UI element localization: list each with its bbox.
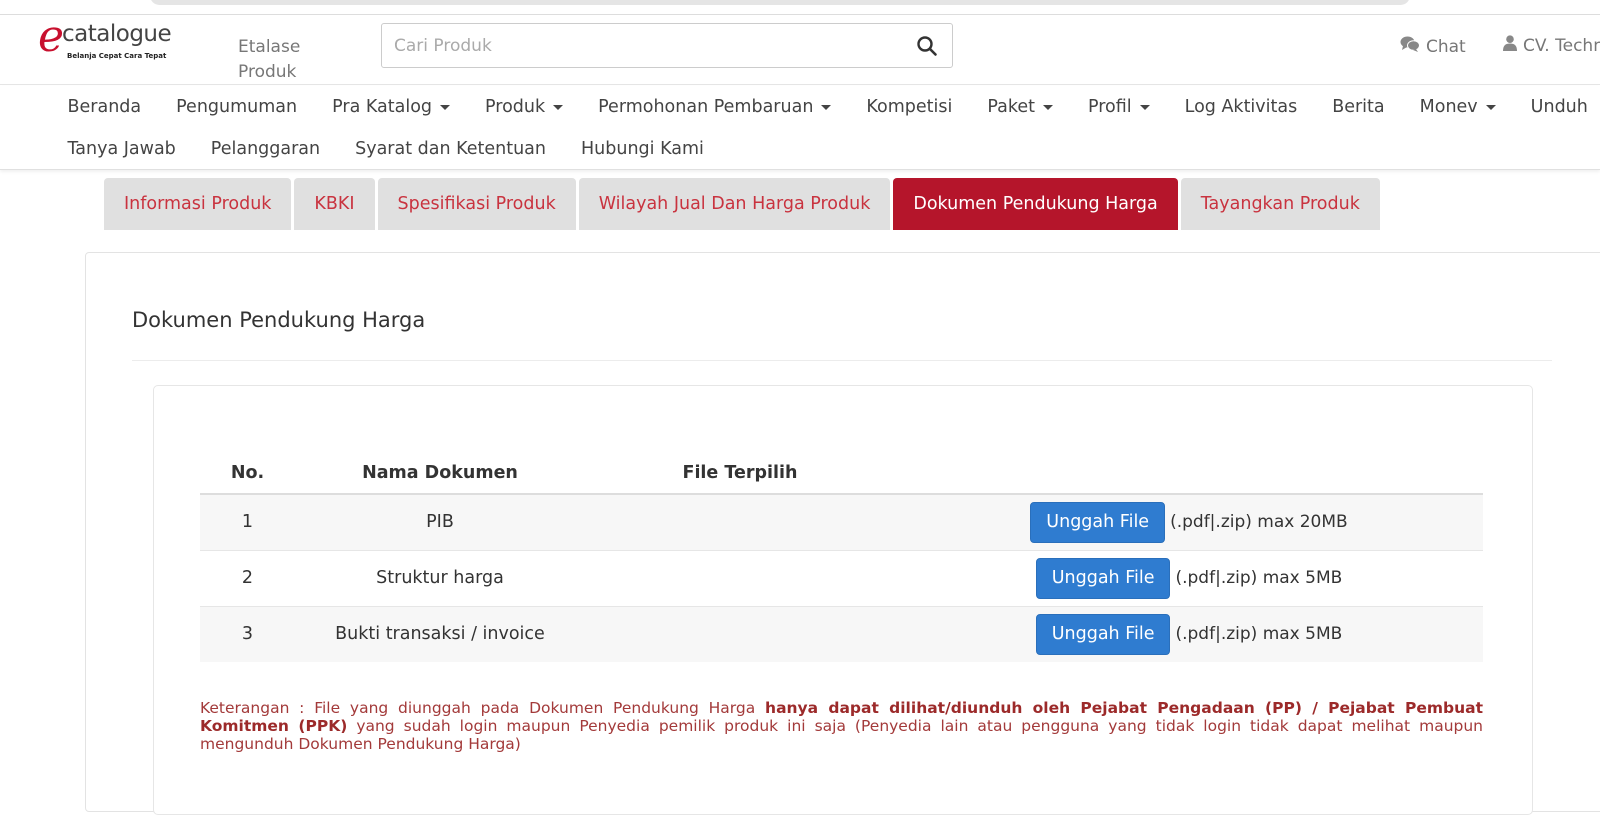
nav-item-label: Unduh <box>1530 97 1588 117</box>
nav-item-paket[interactable]: Paket <box>970 86 1071 128</box>
caret-down-icon <box>1139 104 1150 110</box>
panel-title: Dokumen Pendukung Harga <box>132 308 426 332</box>
tab-wilayah-jual-dan-harga-produk[interactable]: Wilayah Jual Dan Harga Produk <box>578 178 891 230</box>
caret-down-icon <box>1042 104 1053 110</box>
caret-down-icon <box>1485 104 1496 110</box>
caret-down-icon <box>821 104 832 110</box>
caret-down-icon <box>553 104 564 110</box>
panel-divider <box>132 360 1552 361</box>
etalase-produk-link[interactable]: Etalase Produk <box>238 35 318 85</box>
nav-item-pelanggaran[interactable]: Pelanggaran <box>193 128 337 170</box>
nav-item-pengumuman[interactable]: Pengumuman <box>159 86 315 128</box>
cell-name: PIB <box>295 493 585 550</box>
nav-item-label: Paket <box>987 97 1035 117</box>
chat-label: Chat <box>1426 36 1466 57</box>
nav-item-label: Pra Katalog <box>332 97 433 117</box>
nav-item-label: Syarat dan Ketentuan <box>355 139 546 159</box>
nav-item-permohonan-pembaruan[interactable]: Permohonan Pembaruan <box>581 86 849 128</box>
nav-item-kompetisi[interactable]: Kompetisi <box>849 86 970 128</box>
nav-item-label: Hubungi Kami <box>581 139 704 159</box>
table-row: 3 Bukti transaksi / invoice Unggah File (.p… <box>200 605 1483 662</box>
cell-file <box>585 549 895 606</box>
tab-dokumen-pendukung-harga[interactable]: Dokumen Pendukung Harga <box>893 178 1178 230</box>
nav-item-label: Pengumuman <box>176 97 298 117</box>
product-tabs: Informasi Produk KBKI Spesifikasi Produk Wi… <box>104 178 1380 230</box>
top-scroll-pill <box>150 0 1410 5</box>
nav-row-1: Beranda Pengumuman Pra Katalog Produk Permoh… <box>50 86 1600 128</box>
nav-item-berita[interactable]: Berita <box>1315 86 1402 128</box>
cell-name: Bukti transaksi / invoice <box>295 605 585 662</box>
note-suffix: yang sudah login maupun Penyedia pemilik… <box>200 717 1484 753</box>
nav-item-monev[interactable]: Monev <box>1402 86 1513 128</box>
nav-item-hubungi-kami[interactable]: Hubungi Kami <box>564 128 722 170</box>
logo-text: catalogue <box>62 21 172 47</box>
nav-item-syarat-dan-ketentuan[interactable]: Syarat dan Ketentuan <box>338 128 564 170</box>
cell-file <box>585 605 895 662</box>
nav-row-2: Tanya Jawab Pelanggaran Syarat dan Ketentu… <box>50 128 721 170</box>
chat-icon <box>1400 35 1420 58</box>
nav-item-label: Pelanggaran <box>210 139 321 159</box>
table-header-row: No. Nama Dokumen File Terpilih <box>200 453 1483 495</box>
nav-item-label: Kompetisi <box>866 97 953 117</box>
nav-item-label: Tanya Jawab <box>67 139 176 159</box>
cell-no: 1 <box>200 493 295 550</box>
tab-informasi-produk[interactable]: Informasi Produk <box>104 178 292 230</box>
table-row: 1 PIB Unggah File (.pdf|.zip) max 20MB <box>200 493 1483 550</box>
chat-link[interactable]: Chat <box>1400 35 1466 58</box>
table-row: 2 Struktur harga Unggah File (.pdf|.zip) ma… <box>200 549 1483 606</box>
main-nav: Beranda Pengumuman Pra Katalog Produk Permoh… <box>0 86 1600 170</box>
file-format-hint: (.pdf|.zip) max 5MB <box>1175 568 1343 588</box>
header-name: Nama Dokumen <box>295 453 585 495</box>
nav-item-label: Berita <box>1332 97 1385 117</box>
cell-no: 2 <box>200 549 295 606</box>
file-format-hint: (.pdf|.zip) max 20MB <box>1170 512 1348 533</box>
cell-no: 3 <box>200 605 295 662</box>
site-header: e catalogue Belanja Cepat Cara Tepat Eta… <box>0 15 1600 85</box>
logo-tagline: Belanja Cepat Cara Tepat <box>67 52 167 60</box>
user-label: CV. Techn <box>1523 35 1600 56</box>
note-text: Keterangan : File yang diunggah pada Dok… <box>200 699 1483 753</box>
header-file: File Terpilih <box>585 453 895 495</box>
header-no: No. <box>200 453 295 495</box>
tab-spesifikasi-produk[interactable]: Spesifikasi Produk <box>377 178 576 230</box>
cell-file <box>585 493 895 550</box>
nav-item-label: Produk <box>485 97 546 117</box>
documents-table: No. Nama Dokumen File Terpilih 1 PIB Ungga… <box>200 453 1483 662</box>
nav-item-label: Permohonan Pembaruan <box>598 97 814 117</box>
upload-file-button[interactable]: Unggah File <box>1030 501 1166 543</box>
nav-item-produk[interactable]: Produk <box>468 86 581 128</box>
user-menu[interactable]: CV. Techn <box>1503 35 1600 56</box>
user-icon <box>1503 35 1517 56</box>
upload-file-button[interactable]: Unggah File <box>1035 557 1171 599</box>
cell-action: Unggah File (.pdf|.zip) max 20MB <box>895 493 1483 550</box>
nav-item-label: Log Aktivitas <box>1184 97 1298 117</box>
search-input[interactable] <box>394 24 874 67</box>
nav-item-label: Profil <box>1087 97 1132 117</box>
nav-item-label: Beranda <box>67 97 142 117</box>
nav-item-pra-katalog[interactable]: Pra Katalog <box>315 86 468 128</box>
header-action <box>895 453 1483 495</box>
nav-item-label: Monev <box>1419 97 1478 117</box>
search-box <box>381 23 953 68</box>
etalase-line2: Produk <box>238 62 297 82</box>
browser-top-strip <box>0 0 1600 15</box>
etalase-line1: Etalase <box>238 37 301 57</box>
upload-file-button[interactable]: Unggah File <box>1035 613 1171 655</box>
note-prefix: Keterangan : File yang diunggah pada Dok… <box>200 699 766 717</box>
file-format-hint: (.pdf|.zip) max 5MB <box>1175 624 1343 645</box>
cell-action: Unggah File (.pdf|.zip) max 5MB <box>895 549 1483 606</box>
caret-down-icon <box>440 104 451 110</box>
tab-tayangkan-produk[interactable]: Tayangkan Produk <box>1180 178 1380 230</box>
nav-item-beranda[interactable]: Beranda <box>50 86 159 128</box>
cell-name: Struktur harga <box>295 549 585 606</box>
nav-item-profil[interactable]: Profil <box>1070 86 1167 128</box>
logo-letter: e <box>38 11 65 62</box>
nav-item-tanya-jawab[interactable]: Tanya Jawab <box>50 128 193 170</box>
tab-kbki[interactable]: KBKI <box>294 178 375 230</box>
nav-item-unduh[interactable]: Unduh <box>1513 86 1600 128</box>
ecatalogue-logo[interactable]: e catalogue Belanja Cepat Cara Tepat <box>38 15 178 69</box>
cell-action: Unggah File (.pdf|.zip) max 5MB <box>895 605 1483 662</box>
nav-item-log-aktivitas[interactable]: Log Aktivitas <box>1167 86 1315 128</box>
search-icon[interactable] <box>916 35 938 57</box>
